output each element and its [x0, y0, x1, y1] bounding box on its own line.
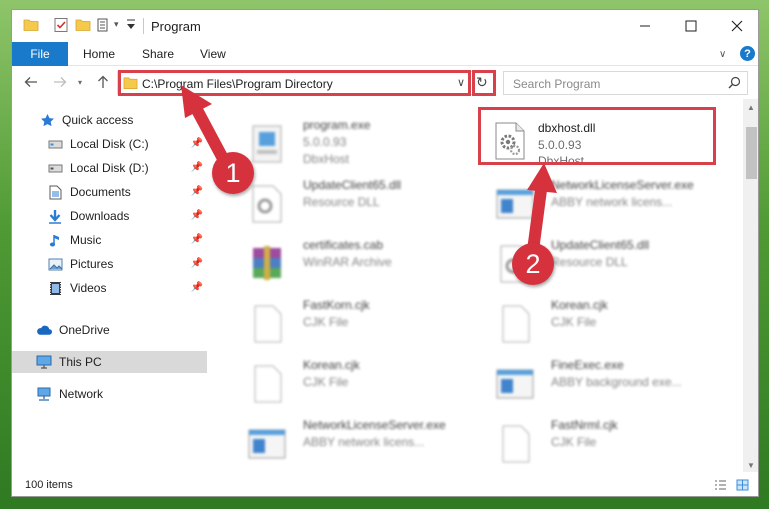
arrow-2-head-icon [527, 163, 557, 193]
annotation-arrows [181, 85, 557, 264]
step-2-badge: 2 [512, 243, 554, 285]
step-1-badge: 1 [212, 152, 254, 194]
